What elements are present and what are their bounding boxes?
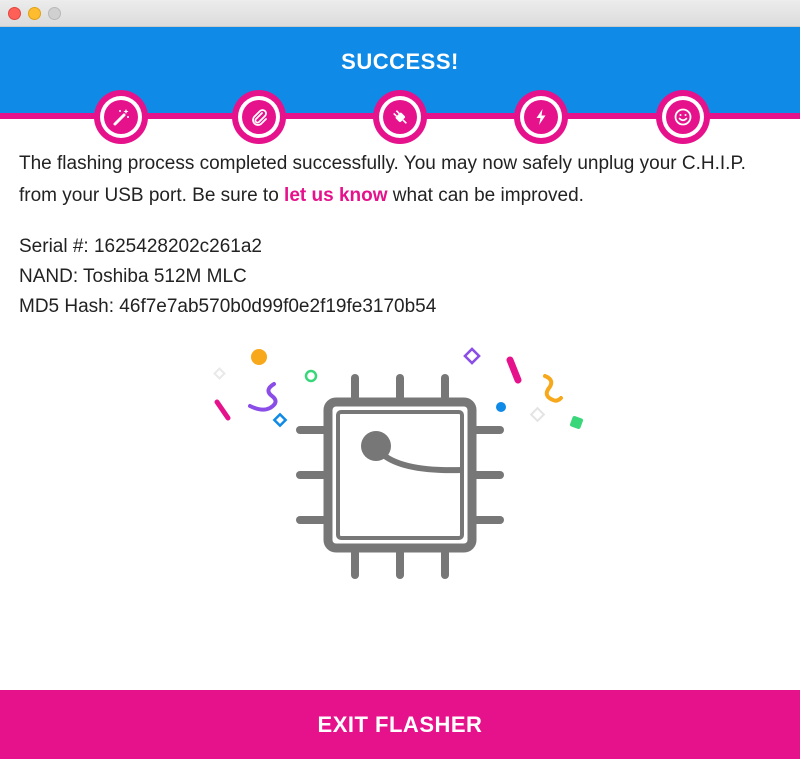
chip-illustration <box>213 347 583 579</box>
window-titlebar <box>0 0 800 27</box>
magic-wand-icon <box>113 109 129 126</box>
device-info: Serial #: 1625428202c261a2 NAND: Toshiba… <box>19 232 789 322</box>
md5-hash: MD5 Hash: 46f7e7ab570b0d99f0e2f19fe3170b… <box>19 296 437 317</box>
window-maximize-button[interactable] <box>48 7 61 20</box>
page-title: SUCCESS! <box>341 49 459 74</box>
lightning-icon <box>536 109 546 125</box>
serial-number: Serial #: 1625428202c261a2 <box>19 236 262 257</box>
step-smiley <box>656 90 710 144</box>
step-lightning <box>514 90 568 144</box>
window-close-button[interactable] <box>8 7 21 20</box>
smiley-icon <box>674 108 692 126</box>
success-message: The flashing process completed successfu… <box>19 153 746 206</box>
content-area: The flashing process completed successfu… <box>19 148 789 322</box>
plug-icon <box>393 110 407 124</box>
step-paperclip <box>232 90 286 144</box>
window-minimize-button[interactable] <box>28 7 41 20</box>
step-plug <box>373 90 427 144</box>
exit-flasher-button[interactable]: EXIT FLASHER <box>0 690 800 759</box>
chip-icon <box>296 374 504 579</box>
paperclip-icon <box>252 109 267 126</box>
nand-info: NAND: Toshiba 512M MLC <box>19 266 247 287</box>
step-magic-wand <box>94 90 148 144</box>
let-us-know-link[interactable]: let us know <box>284 185 387 206</box>
